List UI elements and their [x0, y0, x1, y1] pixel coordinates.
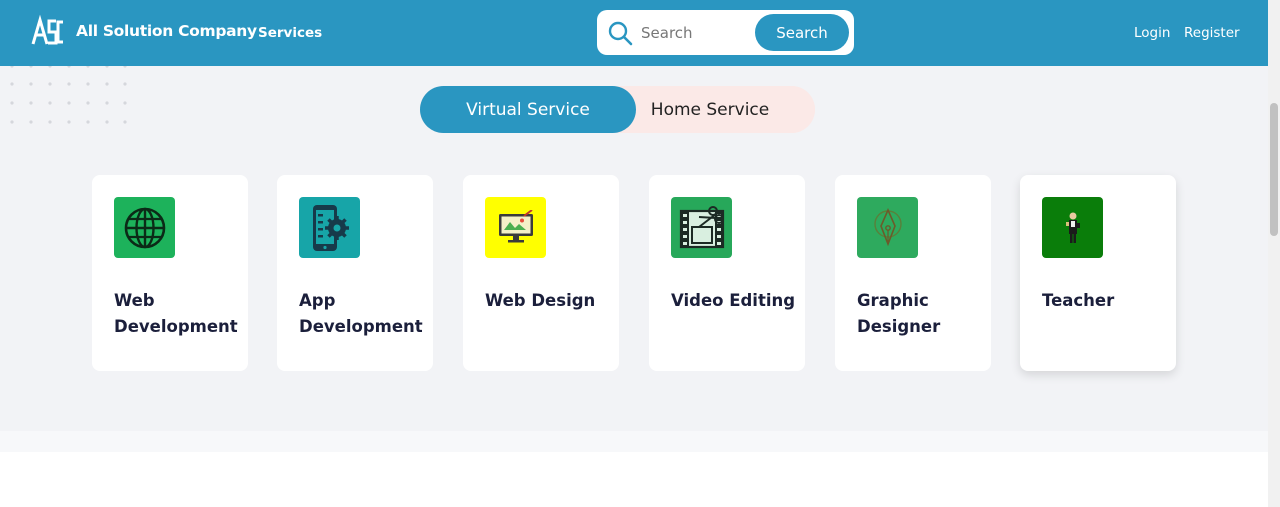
decorative-dots [10, 66, 127, 124]
services-section: Home Service Virtual Service Web Develop… [0, 66, 1268, 431]
mobile-gear-icon [299, 197, 360, 258]
service-card-title: Graphic Designer [857, 291, 941, 336]
monitor-design-icon [485, 197, 546, 258]
pen-nib-icon [857, 197, 918, 258]
section-divider [0, 431, 1268, 452]
nav-services-link[interactable]: Services [258, 25, 322, 41]
service-card-title: Web Design [485, 291, 596, 310]
film-scissors-icon [671, 197, 732, 258]
virtual-service-tab[interactable]: Virtual Service [420, 86, 636, 133]
search-button[interactable]: Search [755, 14, 849, 51]
globe-icon [114, 197, 175, 258]
search-icon [608, 21, 633, 46]
search-box: Search [597, 10, 854, 55]
service-card-title: App Development [299, 291, 423, 336]
login-link[interactable]: Login [1134, 25, 1170, 41]
service-card-title: Web Development [114, 291, 238, 336]
scrollbar-thumb[interactable] [1270, 103, 1278, 236]
service-card-graphic-designer[interactable]: Graphic Designer [835, 175, 991, 371]
service-card-video-editing[interactable]: Video Editing [649, 175, 805, 371]
page-scrollbar[interactable] [1268, 0, 1280, 507]
brand-name[interactable]: All Solution Company [76, 22, 257, 40]
teacher-icon [1042, 197, 1103, 258]
service-card-title: Video Editing [671, 291, 796, 310]
service-card-teacher[interactable]: Teacher [1020, 175, 1176, 371]
home-service-tab[interactable]: Home Service [605, 86, 815, 133]
service-type-toggle: Home Service Virtual Service [420, 86, 815, 133]
service-card-title: Teacher [1042, 291, 1115, 310]
top-navbar: All Solution Company Services Search Log… [0, 0, 1268, 66]
service-card-web-design[interactable]: Web Design [463, 175, 619, 371]
service-card-app-development[interactable]: App Development [277, 175, 433, 371]
register-link[interactable]: Register [1184, 25, 1240, 41]
service-card-web-development[interactable]: Web Development [92, 175, 248, 371]
company-logo-icon[interactable] [29, 14, 65, 50]
search-input[interactable] [641, 19, 751, 46]
